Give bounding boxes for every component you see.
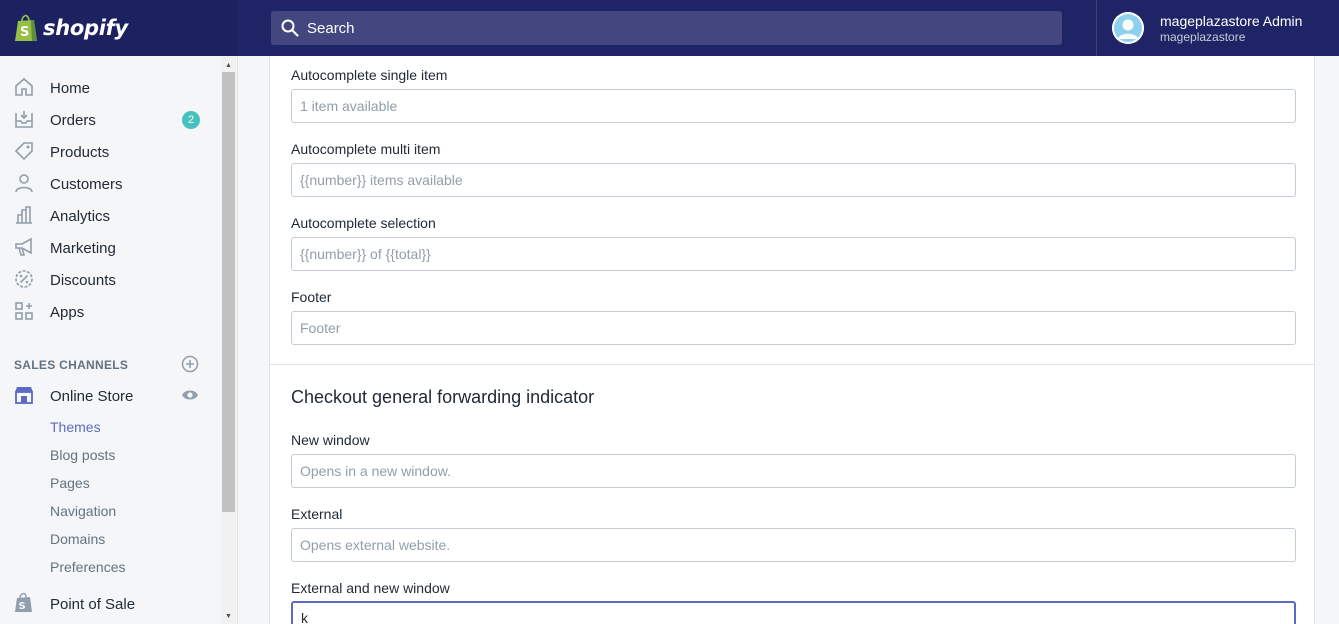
sidebar-item-customers[interactable]: Customers bbox=[0, 168, 220, 200]
sidebar-subitem-navigation[interactable]: Navigation bbox=[50, 503, 116, 519]
sidebar-item-label: Discounts bbox=[50, 271, 116, 289]
sidebar-item-home[interactable]: Home bbox=[0, 72, 220, 104]
external-input[interactable] bbox=[291, 528, 1296, 562]
sidebar-item-label: Analytics bbox=[50, 207, 111, 225]
home-icon bbox=[15, 77, 33, 96]
svg-text:S: S bbox=[19, 601, 26, 612]
field-label-external-new-window: External and new window bbox=[291, 580, 450, 596]
field-label-autocomplete-single: Autocomplete single item bbox=[291, 67, 448, 83]
sales-channels-heading: SALES CHANNELS bbox=[14, 358, 129, 372]
sidebar-item-analytics[interactable]: Analytics bbox=[0, 200, 220, 232]
sidebar-scroll-thumb[interactable] bbox=[222, 72, 235, 512]
sidebar-item-label: Online Store bbox=[50, 387, 134, 405]
user-avatar-icon bbox=[1112, 12, 1144, 44]
shopify-logo[interactable]: S shopify bbox=[0, 0, 238, 56]
external-new-window-input[interactable] bbox=[291, 601, 1296, 624]
sidebar-item-point-of-sale[interactable]: S Point of Sale bbox=[0, 588, 220, 620]
new-window-input[interactable] bbox=[291, 454, 1296, 488]
autocomplete-selection-input[interactable] bbox=[291, 237, 1296, 271]
shopify-bag-icon: S bbox=[15, 14, 37, 41]
topbar-divider bbox=[1096, 0, 1097, 56]
store-icon bbox=[15, 387, 33, 404]
person-icon bbox=[15, 174, 33, 193]
tag-icon bbox=[14, 142, 33, 161]
top-bar-right: Search mageplazastore Admin mageplazasto… bbox=[238, 0, 1339, 56]
field-label-footer: Footer bbox=[291, 289, 332, 305]
discount-icon bbox=[15, 270, 33, 288]
field-label-external: External bbox=[291, 506, 343, 522]
sidebar-item-apps[interactable]: Apps bbox=[0, 296, 220, 328]
sidebar: Home Orders 2 Products Customers Analyti… bbox=[0, 56, 238, 624]
settings-card: Autocomplete single item Autocomplete mu… bbox=[269, 56, 1315, 624]
avatar bbox=[1112, 12, 1144, 44]
sidebar-item-orders[interactable]: Orders 2 bbox=[0, 104, 220, 136]
shop-name: mageplazastore bbox=[1160, 29, 1246, 44]
orders-count-badge: 2 bbox=[182, 111, 200, 129]
search-placeholder: Search bbox=[307, 19, 355, 37]
search-icon bbox=[281, 19, 299, 37]
orders-icon bbox=[15, 111, 33, 128]
search-bar[interactable]: Search bbox=[271, 11, 1062, 45]
field-label-autocomplete-multi: Autocomplete multi item bbox=[291, 141, 441, 157]
pos-bag-icon: S bbox=[15, 592, 32, 612]
sidebar-subitem-themes[interactable]: Themes bbox=[50, 419, 101, 435]
sidebar-item-label: Marketing bbox=[50, 239, 116, 257]
sidebar-subitem-domains[interactable]: Domains bbox=[50, 531, 105, 547]
sidebar-item-label: Customers bbox=[50, 175, 123, 193]
apps-icon bbox=[15, 302, 33, 320]
sidebar-subitem-pages[interactable]: Pages bbox=[50, 475, 90, 491]
bar-chart-icon bbox=[16, 206, 32, 224]
sidebar-subitem-blog-posts[interactable]: Blog posts bbox=[50, 447, 115, 463]
sidebar-item-label: Point of Sale bbox=[50, 595, 136, 613]
scroll-up-arrow-icon[interactable]: ▲ bbox=[221, 58, 236, 72]
megaphone-icon bbox=[15, 237, 32, 256]
sidebar-item-label: Apps bbox=[50, 303, 85, 321]
sidebar-item-label: Home bbox=[50, 79, 91, 97]
eye-icon[interactable] bbox=[181, 388, 199, 402]
sidebar-item-marketing[interactable]: Marketing bbox=[0, 232, 220, 264]
sidebar-item-label: Orders bbox=[50, 111, 96, 129]
add-sales-channel-icon[interactable] bbox=[181, 355, 199, 373]
sidebar-item-label: Products bbox=[50, 143, 110, 161]
top-bar: S shopify Search mageplazastore Admin ma… bbox=[0, 0, 1339, 56]
section-title: Checkout general forwarding indicator bbox=[291, 387, 595, 407]
section-divider bbox=[270, 364, 1314, 365]
sidebar-item-discounts[interactable]: Discounts bbox=[0, 264, 220, 296]
scroll-down-arrow-icon[interactable]: ▼ bbox=[221, 609, 236, 623]
sidebar-item-products[interactable]: Products bbox=[0, 136, 220, 168]
autocomplete-single-input[interactable] bbox=[291, 89, 1296, 123]
sidebar-subitem-preferences[interactable]: Preferences bbox=[50, 559, 125, 575]
footer-input[interactable] bbox=[291, 311, 1296, 345]
autocomplete-multi-input[interactable] bbox=[291, 163, 1296, 197]
user-menu[interactable]: mageplazastore Admin mageplazastore bbox=[1112, 0, 1302, 56]
svg-text:S: S bbox=[20, 25, 29, 40]
field-label-new-window: New window bbox=[291, 432, 370, 448]
brand-name: shopify bbox=[43, 16, 128, 40]
user-name: mageplazastore Admin bbox=[1160, 12, 1303, 29]
sidebar-item-online-store[interactable]: Online Store bbox=[0, 380, 220, 412]
field-label-autocomplete-selection: Autocomplete selection bbox=[291, 215, 436, 231]
